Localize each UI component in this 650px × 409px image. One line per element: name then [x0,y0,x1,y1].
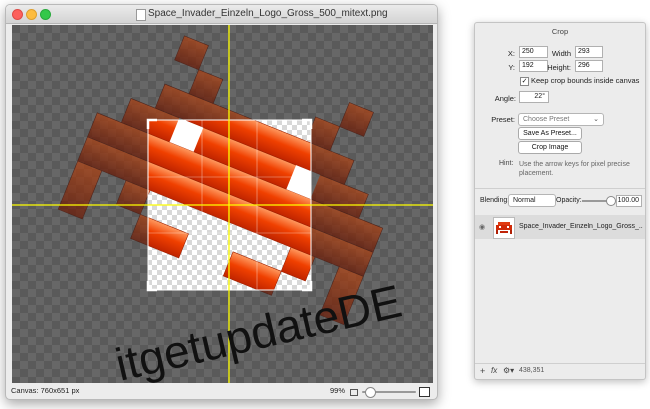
status-bar: Canvas: 760x651 px 99% [6,385,437,399]
panel-title: Crop [551,27,569,36]
preset-dropdown-value: Choose Preset [523,116,570,123]
image-canvas[interactable]: itgetupdateDE [12,25,433,383]
divider [475,188,645,189]
crop-panel: Crop X: 250 Width 293 Y: 192 Height: 296… [474,22,646,380]
crop-image-button[interactable]: Crop Image [518,141,582,154]
y-field[interactable]: 192 [519,60,548,72]
preset-dropdown[interactable]: Choose Preset ⌄ [518,113,604,126]
zoom-button[interactable] [40,9,51,20]
angle-field[interactable]: 22° [519,91,549,103]
title-bar[interactable]: Space_Invader_Einzeln_Logo_Gross_500_mit… [6,5,437,24]
height-field[interactable]: 296 [575,60,603,72]
opacity-slider-knob[interactable] [606,196,616,206]
hint-label: Hint: [499,160,514,167]
preset-label: Preset: [491,115,515,124]
zoom-in-icon[interactable] [419,387,430,397]
panel-footer: + fx ⚙▾ 438,351 [475,364,645,379]
eye-icon[interactable]: ◉ [479,223,485,231]
pointer-coordinates: 438,351 [519,367,545,374]
opacity-label: Opacity: [556,197,582,204]
blending-label: Blending: [480,197,510,204]
blending-dropdown[interactable]: Normal [508,194,556,207]
y-label: Y: [508,63,515,72]
chevron-down-icon: ⌄ [593,116,599,123]
save-as-preset-button[interactable]: Save As Preset... [518,127,582,140]
document-icon [136,9,146,21]
x-label: X: [507,49,515,58]
image-window: Space_Invader_Einzeln_Logo_Gross_500_mit… [5,4,438,400]
width-label: Width [551,49,571,58]
layer-thumbnail [493,217,515,239]
keep-bounds-checkbox[interactable]: ✓ [520,77,529,86]
zoom-level: 99% [330,386,346,395]
gear-icon[interactable]: ⚙▾ [503,366,514,375]
add-layer-icon[interactable]: + [480,366,485,376]
window-title: Space_Invader_Einzeln_Logo_Gross_500_mit… [148,8,388,19]
zoom-slider-knob[interactable] [365,387,376,398]
layer-row[interactable]: ◉ Space_Invader_Einzeln_Logo_Gross_... [475,215,645,239]
opacity-field[interactable]: 100.00 [616,195,642,207]
x-field[interactable]: 250 [519,46,548,58]
close-button[interactable] [12,9,23,20]
effects-icon[interactable]: fx [491,366,497,375]
keep-bounds-label: Keep crop bounds inside canvas [531,76,640,85]
invader-thumbnail-icon [496,222,512,234]
minimize-button[interactable] [26,9,37,20]
layer-name: Space_Invader_Einzeln_Logo_Gross_... [519,223,643,230]
canvas-artwork: itgetupdateDE [12,25,433,383]
hint-text: Use the arrow keys for pixel precise pla… [519,161,630,177]
canvas-size-label: Canvas: 760x651 px [11,386,80,395]
zoom-out-icon[interactable] [350,389,358,396]
width-field[interactable]: 293 [575,46,603,58]
angle-label: Angle: [494,94,516,103]
height-label: Height: [547,63,571,72]
